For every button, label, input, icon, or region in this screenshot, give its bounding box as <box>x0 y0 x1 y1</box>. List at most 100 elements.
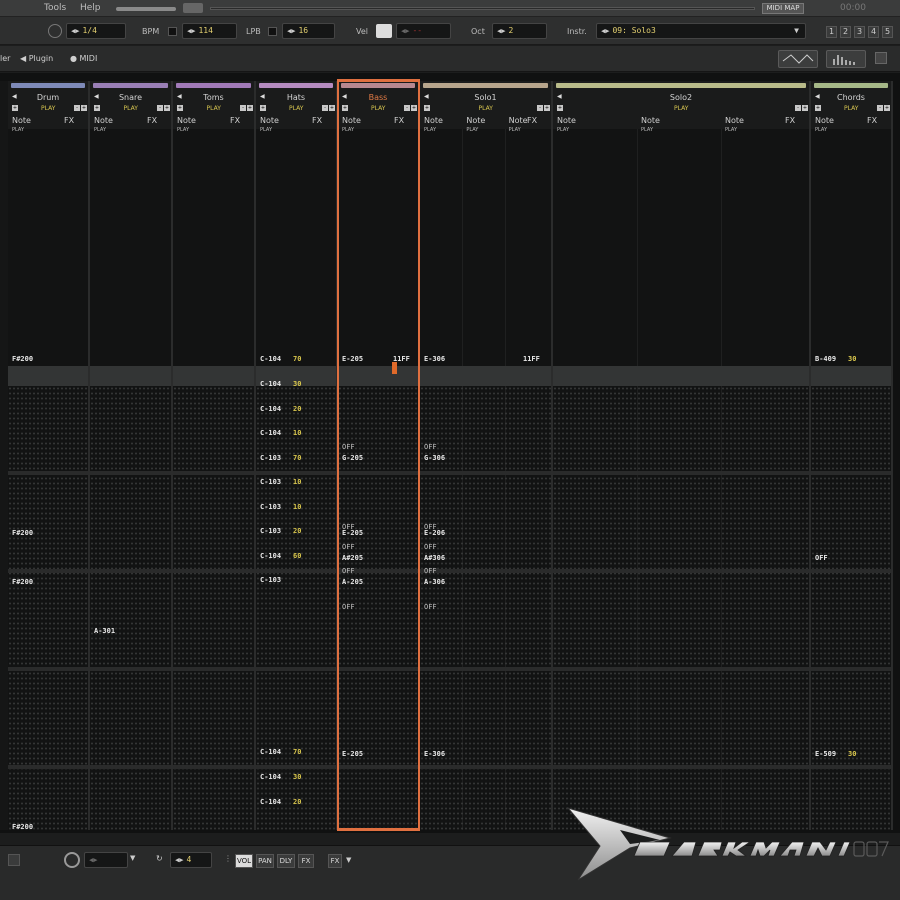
add-fx-column-icon[interactable]: + <box>247 105 253 111</box>
dly-toggle[interactable]: DLY <box>277 854 295 868</box>
note-cell[interactable]: 30 <box>293 773 301 781</box>
step-box[interactable]: ◀▶ <box>84 852 128 868</box>
note-cell[interactable]: C-103 <box>260 503 281 511</box>
remove-column-icon[interactable]: - <box>74 105 80 111</box>
note-cell[interactable]: E-205 <box>342 355 363 363</box>
tab-4[interactable]: 4 <box>868 26 879 38</box>
tab-sampler[interactable]: ler <box>0 52 10 66</box>
add-fx-column-icon[interactable]: + <box>329 105 335 111</box>
add-fx-column-icon[interactable]: + <box>164 105 170 111</box>
vol-toggle[interactable]: VOL <box>235 854 253 868</box>
dropdown-icon[interactable] <box>875 52 887 64</box>
note-cell[interactable]: 30 <box>293 380 301 388</box>
note-cell[interactable]: G-205 <box>342 454 363 462</box>
note-cell[interactable]: C-103 <box>260 478 281 486</box>
note-cell[interactable]: OFF <box>424 603 437 611</box>
note-cell[interactable]: OFF <box>342 567 355 575</box>
track-header[interactable]: ◀ Toms + PLAY - + Note PLAY FX <box>173 81 254 133</box>
track-header[interactable]: ◀ Hats + PLAY - + Note PLAY FX <box>256 81 336 133</box>
tab-midi[interactable]: ● MIDI <box>70 52 97 66</box>
note-cell[interactable]: OFF <box>815 554 828 562</box>
vel-box[interactable]: ◀▶ -- <box>396 23 451 39</box>
note-cell[interactable]: A-306 <box>424 578 445 586</box>
instrument-selector[interactable]: ◀▶ 09: Solo3 ▼ <box>596 23 806 39</box>
add-fx-column-icon[interactable]: + <box>81 105 87 111</box>
remove-column-icon[interactable]: - <box>404 105 410 111</box>
note-cell[interactable]: C-103 <box>260 454 281 462</box>
track-name[interactable]: Snare <box>90 93 171 102</box>
note-cell[interactable]: OFF <box>342 543 355 551</box>
bpm-checkbox[interactable] <box>168 27 177 36</box>
bpm-box[interactable]: ◀▶ 114 <box>182 23 237 39</box>
note-cell[interactable]: C-104 <box>260 552 281 560</box>
pattern-grid[interactable] <box>90 366 171 830</box>
velocity-icon[interactable] <box>376 24 392 38</box>
add-column-icon[interactable]: + <box>12 105 18 111</box>
arrows-icon[interactable]: ◀▶ <box>401 27 409 35</box>
tab-plugin[interactable]: ◀ Plugin <box>20 52 53 66</box>
note-cell[interactable]: 30 <box>848 750 856 758</box>
edit-step-box[interactable]: ◀▶ 1/4 <box>66 23 126 39</box>
note-cell[interactable]: C-104 <box>260 773 281 781</box>
tab-5[interactable]: 5 <box>882 26 893 38</box>
note-cell[interactable]: A#306 <box>424 554 445 562</box>
oct-box[interactable]: ◀▶ 2 <box>492 23 547 39</box>
track-name[interactable]: Toms <box>173 93 254 102</box>
note-cell[interactable]: A#205 <box>342 554 363 562</box>
pattern-grid[interactable] <box>553 366 809 830</box>
add-column-icon[interactable]: + <box>177 105 183 111</box>
note-cell[interactable]: 11FF <box>523 355 540 363</box>
note-cell[interactable]: C-104 <box>260 380 281 388</box>
track-name[interactable]: Bass <box>338 93 418 102</box>
arrows-icon[interactable]: ◀▶ <box>71 27 79 35</box>
arrows-icon[interactable]: ◀▶ <box>497 27 505 35</box>
chevron-down-icon[interactable]: ▼ <box>346 856 351 864</box>
note-cell[interactable]: 10 <box>293 429 301 437</box>
add-column-icon[interactable]: + <box>342 105 348 111</box>
note-cell[interactable]: C-104 <box>260 798 281 806</box>
note-cell[interactable]: OFF <box>342 603 355 611</box>
track-name[interactable]: Drum <box>8 93 88 102</box>
add-column-icon[interactable]: + <box>815 105 821 111</box>
arrows-icon[interactable]: ◀▶ <box>601 27 609 35</box>
remove-column-icon[interactable]: - <box>157 105 163 111</box>
value-box[interactable]: ◀▶ 4 <box>170 852 212 868</box>
remove-column-icon[interactable]: - <box>240 105 246 111</box>
note-cell[interactable]: C-104 <box>260 748 281 756</box>
note-cell[interactable]: E-306 <box>424 355 445 363</box>
note-cell[interactable]: 70 <box>293 355 301 363</box>
scope-view-button[interactable] <box>778 50 818 68</box>
note-cell[interactable]: 20 <box>293 527 301 535</box>
tab-1[interactable]: 1 <box>826 26 837 38</box>
tab-2[interactable]: 2 <box>840 26 851 38</box>
add-column-icon[interactable]: + <box>557 105 563 111</box>
note-cell[interactable]: C-103 <box>260 576 281 584</box>
note-cell[interactable]: OFF <box>424 543 437 551</box>
chevron-down-icon[interactable]: ▼ <box>794 24 799 38</box>
add-fx-column-icon[interactable]: + <box>884 105 890 111</box>
note-cell[interactable]: 70 <box>293 748 301 756</box>
note-cell[interactable]: F#200 <box>12 355 33 363</box>
track-header[interactable]: ◀ Solo1 + PLAY - + Note PLAY Note PLAY Note PLAY FX <box>420 81 551 133</box>
note-cell[interactable]: E-509 <box>815 750 836 758</box>
pattern-grid[interactable] <box>173 366 254 830</box>
note-cell[interactable]: OFF <box>424 443 437 451</box>
note-cell[interactable]: 20 <box>293 798 301 806</box>
lpb-checkbox[interactable] <box>268 27 277 36</box>
note-cell[interactable]: A-205 <box>342 578 363 586</box>
fx-toggle[interactable]: FX <box>298 854 314 868</box>
note-cell[interactable]: 70 <box>293 454 301 462</box>
note-cell[interactable]: C-104 <box>260 405 281 413</box>
collapse-icon[interactable] <box>8 854 20 866</box>
track-header[interactable]: ◀ Bass + PLAY - + Note PLAY FX <box>338 81 418 133</box>
pan-toggle[interactable]: PAN <box>256 854 274 868</box>
spectrum-view-button[interactable] <box>826 50 866 68</box>
track-name[interactable]: Solo1 <box>420 93 551 102</box>
add-fx-column-icon[interactable]: + <box>802 105 808 111</box>
chevron-down-icon[interactable]: ▼ <box>130 854 142 866</box>
add-fx-column-icon[interactable]: + <box>411 105 417 111</box>
note-cell[interactable]: OFF <box>342 443 355 451</box>
note-cell[interactable]: E-306 <box>424 750 445 758</box>
arrows-icon[interactable]: ◀▶ <box>175 856 183 864</box>
arrows-icon[interactable]: ◀▶ <box>287 27 295 35</box>
